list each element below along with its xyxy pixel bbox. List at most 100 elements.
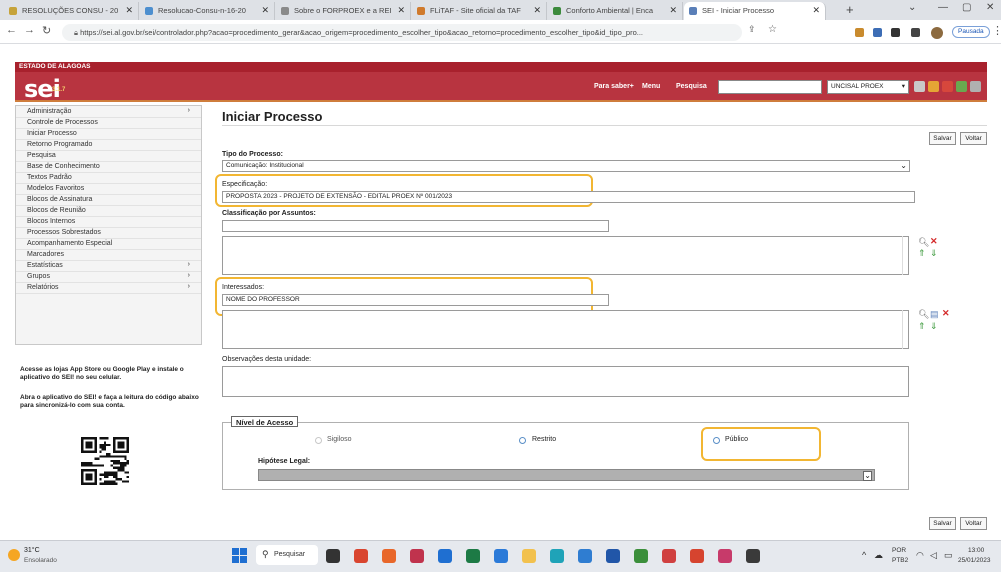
browser-menu-icon[interactable]: ⋮ (992, 24, 1001, 37)
sidebar-panel-icon[interactable] (911, 28, 920, 37)
sidebar-item[interactable]: Retorno Programado (16, 140, 201, 151)
browser-tab[interactable]: RESOLUÇÕES CONSU - 20 ✕ (4, 2, 139, 20)
exit-icon[interactable] (970, 81, 981, 92)
sidebar-item[interactable]: Iniciar Processo (16, 129, 201, 140)
app-icon-11[interactable] (606, 549, 620, 563)
sidebar-item[interactable]: Grupos › (16, 272, 201, 283)
edit-contact-icon[interactable]: ▤ (930, 309, 939, 320)
lang-indicator[interactable]: POR (892, 547, 906, 554)
header-link-menu[interactable]: Menu (642, 83, 660, 90)
sidebar-item[interactable]: Blocos de Reunião (16, 206, 201, 217)
classificacao-list[interactable] (222, 236, 909, 275)
close-tab-icon[interactable]: ✕ (812, 5, 820, 16)
minimize-icon[interactable]: — (938, 2, 948, 13)
windows-start-icon[interactable] (232, 548, 247, 563)
arrow-up-icon[interactable]: ⇑ (918, 248, 926, 259)
close-window-icon[interactable]: ✕ (986, 2, 994, 13)
maximize-icon[interactable]: ▢ (962, 2, 971, 13)
sidebar-item[interactable]: Controle de Processos (16, 118, 201, 129)
profile-avatar[interactable] (931, 27, 943, 39)
arrow-down-icon[interactable]: ⇓ (930, 321, 938, 332)
radio-sigiloso[interactable] (315, 437, 322, 444)
remove-icon[interactable]: ✕ (930, 236, 938, 247)
grid-icon[interactable] (914, 81, 925, 92)
store-icon[interactable] (438, 549, 452, 563)
tray-cloud-icon[interactable]: ☁ (874, 550, 883, 561)
wifi-icon[interactable]: ◠ (916, 550, 924, 561)
app-icon-16[interactable] (746, 549, 760, 563)
back-button[interactable]: Voltar (960, 132, 987, 145)
close-tab-icon[interactable]: ✕ (125, 5, 133, 16)
back-icon[interactable]: ← (6, 24, 17, 36)
browser-tab[interactable]: Sobre o FORPROEX e a REI ✕ (276, 2, 411, 20)
save-button[interactable]: Salvar (929, 132, 956, 145)
swap-unit-icon[interactable] (956, 81, 967, 92)
bookmark-star-icon[interactable]: ☆ (768, 24, 777, 35)
header-search-input[interactable] (718, 80, 822, 94)
sidebar-item[interactable]: Textos Padrão (16, 173, 201, 184)
interessados-input[interactable]: NOME DO PROFESSOR (222, 294, 609, 306)
sidebar-item[interactable]: Estatísticas › (16, 261, 201, 272)
close-tab-icon[interactable]: ✕ (669, 5, 677, 16)
tray-chevron-icon[interactable]: ^ (862, 550, 866, 560)
file-explorer-icon[interactable] (522, 549, 536, 563)
app-icon-15[interactable] (718, 549, 732, 563)
especificacao-input[interactable]: PROPOSTA 2023 - PROJETO DE EXTENSÃO - ED… (222, 191, 915, 203)
sidebar-item[interactable]: Processos Sobrestados (16, 228, 201, 239)
forward-icon[interactable]: → (24, 24, 35, 36)
reload-icon[interactable]: ↻ (42, 24, 51, 37)
browser-tab[interactable]: Conforto Ambiental | Enca ✕ (548, 2, 683, 20)
radio-publico[interactable] (713, 437, 720, 444)
app-icon-10[interactable] (578, 549, 592, 563)
tab-search-icon[interactable]: ⌄ (908, 2, 916, 13)
extension-icon-1[interactable] (855, 28, 864, 37)
url-input[interactable]: 🔒︎ https://sei.al.gov.br/sei/controlador… (62, 24, 742, 41)
sidebar-item[interactable]: Pesquisa (16, 151, 201, 162)
arrow-down-icon[interactable]: ⇓ (930, 248, 938, 259)
arrow-up-icon[interactable]: ⇑ (918, 321, 926, 332)
clock-time[interactable]: 13:00 (968, 547, 984, 554)
extensions-puzzle-icon[interactable] (891, 28, 900, 37)
task-view-icon[interactable] (326, 549, 340, 563)
volume-icon[interactable]: ◁ (930, 550, 937, 561)
sidebar-item[interactable]: Acompanhamento Especial (16, 239, 201, 250)
classificacao-search-input[interactable] (222, 220, 609, 232)
app-icon-13[interactable] (662, 549, 676, 563)
taskbar-search[interactable]: ⚲ Pesquisar (256, 545, 318, 565)
interessados-list[interactable] (222, 310, 909, 349)
firefox-icon[interactable] (382, 549, 396, 563)
search-icon[interactable]: 🔍︎ (918, 309, 929, 320)
interessados-scrollbar[interactable] (902, 310, 909, 349)
sidebar-item[interactable]: Relatórios › (16, 283, 201, 294)
sidebar-item[interactable]: Marcadores (16, 250, 201, 261)
classificacao-scrollbar[interactable] (902, 236, 909, 275)
chrome-icon[interactable] (354, 549, 368, 563)
user-icon[interactable] (928, 81, 939, 92)
header-link-pesquisa[interactable]: Pesquisa (676, 83, 707, 90)
sidebar-item[interactable]: Blocos de Assinatura (16, 195, 201, 206)
new-tab-button[interactable]: + (846, 2, 854, 17)
sidebar-item[interactable]: Blocos Internos (16, 217, 201, 228)
remove-icon[interactable]: ✕ (942, 308, 950, 319)
sidebar-item[interactable]: Base de Conhecimento (16, 162, 201, 173)
tools-icon[interactable] (942, 81, 953, 92)
tipo-processo-select[interactable]: Comunicação: Institucional ⌄ (222, 160, 910, 172)
hipotese-legal-select[interactable]: ⌄ (258, 469, 875, 481)
browser-tab[interactable]: FLiTAF - Site oficial da TAF ✕ (412, 2, 547, 20)
close-tab-icon[interactable]: ✕ (261, 5, 269, 16)
weather-temp[interactable]: 31°C (24, 547, 40, 554)
header-link-para-saber[interactable]: Para saber+ (594, 83, 634, 90)
search-icon[interactable]: 🔍︎ (918, 237, 929, 248)
unit-select[interactable]: UNCISAL PROEX ▾ (827, 80, 909, 94)
browser-tab[interactable]: Resolucao-Consu-n-16-20 ✕ (140, 2, 275, 20)
save-button-bottom[interactable]: Salvar (929, 517, 956, 530)
close-tab-icon[interactable]: ✕ (533, 5, 541, 16)
battery-icon[interactable]: ▭ (944, 550, 953, 561)
weather-sun-icon[interactable] (8, 549, 20, 561)
photos-icon[interactable] (410, 549, 424, 563)
share-icon[interactable]: ⇪ (748, 24, 756, 35)
close-tab-icon[interactable]: ✕ (397, 5, 405, 16)
sidebar-item[interactable]: Administração › (16, 107, 201, 118)
excel-icon[interactable] (466, 549, 480, 563)
observacoes-textarea[interactable] (222, 366, 909, 397)
